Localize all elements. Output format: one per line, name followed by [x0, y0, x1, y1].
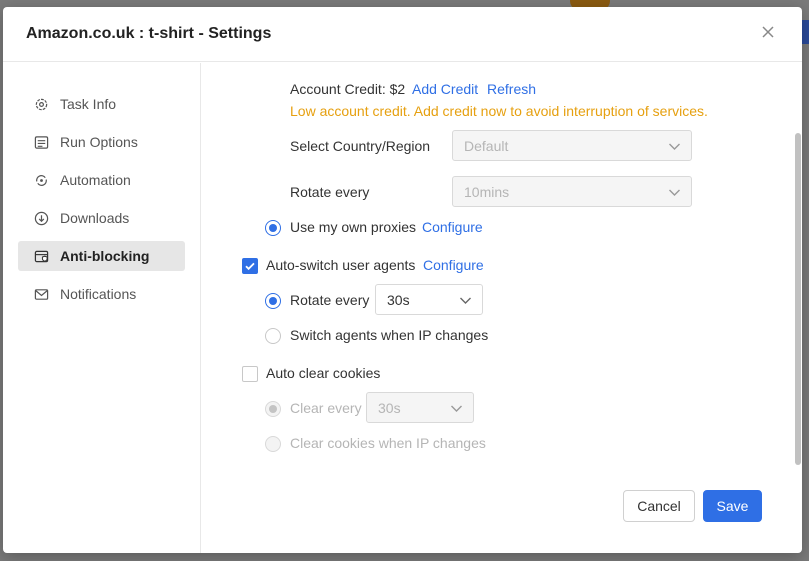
agents-rotate-radio[interactable]	[265, 293, 281, 309]
sidebar-item-label: Anti-blocking	[60, 248, 150, 264]
cookies-clear-every-radio[interactable]	[265, 401, 281, 417]
sidebar-item-label: Downloads	[60, 210, 130, 226]
background-bar	[801, 20, 809, 44]
shield-browser-icon	[34, 250, 49, 262]
dialog-title: Amazon.co.uk : t-shirt - Settings	[26, 25, 272, 42]
scrollbar-thumb[interactable]	[795, 133, 801, 465]
dialog-header: Amazon.co.uk : t-shirt - Settings	[3, 7, 802, 62]
sidebar-item-label: Run Options	[60, 134, 138, 150]
add-credit-link[interactable]: Add Credit	[412, 81, 478, 97]
mail-icon	[34, 288, 49, 300]
cookies-clear-ip-label: Clear cookies when IP changes	[290, 435, 486, 451]
sidebar-item-task-info[interactable]: Task Info	[18, 89, 185, 119]
agents-rotate-select[interactable]: 30s	[375, 284, 483, 315]
proxy-rotate-select[interactable]: 10mins	[452, 176, 692, 207]
automation-icon	[36, 174, 47, 186]
auto-switch-user-agents-checkbox[interactable]	[242, 258, 258, 274]
settings-sidebar: Task Info Run Options Automation Downloa…	[3, 63, 201, 553]
content-scrollbar[interactable]	[794, 133, 802, 465]
download-icon	[34, 211, 49, 225]
agents-rotate-value: 30s	[387, 291, 410, 308]
sidebar-item-label: Task Info	[60, 96, 117, 112]
close-icon[interactable]	[760, 24, 776, 40]
chevron-down-icon	[669, 189, 680, 196]
own-proxies-configure-link[interactable]: Configure	[422, 219, 483, 235]
auto-switch-user-agents-label: Auto-switch user agents	[266, 257, 416, 273]
sidebar-item-label: Automation	[60, 172, 131, 188]
sidebar-item-label: Notifications	[60, 286, 137, 302]
agents-switch-ip-radio[interactable]	[265, 328, 281, 344]
settings-dialog: Amazon.co.uk : t-shirt - Settings Task I…	[3, 7, 802, 553]
cookies-clear-every-select[interactable]: 30s	[366, 392, 474, 423]
auto-clear-cookies-label: Auto clear cookies	[266, 365, 381, 381]
refresh-link[interactable]: Refresh	[487, 81, 536, 97]
check-icon	[245, 262, 255, 271]
cookies-clear-every-value: 30s	[378, 399, 401, 416]
sidebar-item-anti-blocking[interactable]: Anti-blocking	[18, 241, 185, 271]
anti-blocking-panel: Account Credit: $2 Add Credit Refresh Lo…	[202, 63, 802, 553]
own-proxies-label: Use my own proxies	[290, 219, 417, 235]
country-region-value: Default	[464, 137, 509, 154]
agents-switch-ip-label: Switch agents when IP changes	[290, 327, 489, 343]
user-agents-configure-link[interactable]: Configure	[423, 257, 484, 273]
sidebar-item-downloads[interactable]: Downloads	[18, 203, 185, 233]
gear-icon	[35, 98, 48, 110]
account-credit-label: Account Credit: $2	[290, 81, 406, 97]
sidebar-item-notifications[interactable]: Notifications	[18, 279, 185, 309]
chevron-down-icon	[451, 405, 462, 412]
cookies-clear-every-label: Clear every	[290, 400, 362, 416]
low-credit-warning: Low account credit. Add credit now to av…	[290, 103, 708, 119]
chevron-down-icon	[669, 143, 680, 150]
cancel-button[interactable]: Cancel	[623, 490, 695, 522]
own-proxies-radio[interactable]	[265, 220, 281, 236]
chevron-down-icon	[460, 297, 471, 304]
sidebar-item-automation[interactable]: Automation	[18, 165, 185, 195]
list-icon	[34, 135, 49, 149]
proxy-rotate-value: 10mins	[464, 183, 510, 200]
cookies-clear-ip-radio[interactable]	[265, 436, 281, 452]
country-region-label: Select Country/Region	[290, 138, 431, 154]
sidebar-item-run-options[interactable]: Run Options	[18, 127, 185, 157]
agents-rotate-label: Rotate every	[290, 292, 370, 308]
save-button[interactable]: Save	[703, 490, 762, 522]
auto-clear-cookies-checkbox[interactable]	[242, 366, 258, 382]
country-region-select[interactable]: Default	[452, 130, 692, 161]
proxy-rotate-label: Rotate every	[290, 184, 370, 200]
